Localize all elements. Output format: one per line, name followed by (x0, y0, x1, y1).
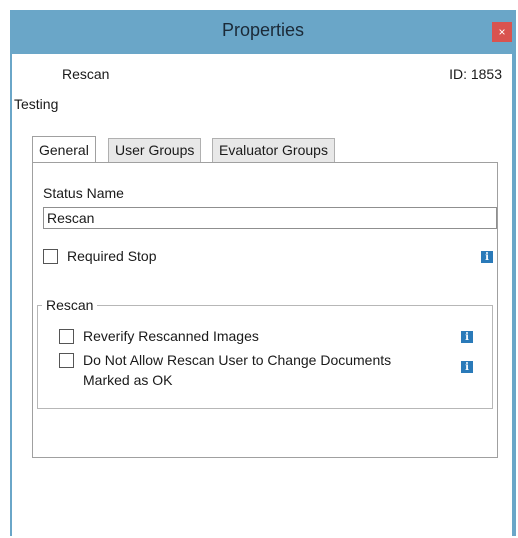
rescan-group-title: Rescan (46, 297, 94, 313)
reverify-info-icon[interactable]: i (461, 331, 473, 343)
no-change-ok-documents-label-line2: Marked as OK (83, 372, 173, 388)
tab-user-groups[interactable]: User Groups (108, 138, 202, 162)
no-change-ok-documents-label-line1: Do Not Allow Rescan User to Change Docum… (83, 352, 392, 368)
required-stop-info-icon[interactable]: i (481, 251, 493, 263)
properties-window: Properties × Rescan ID: 1853 Testing Gen… (10, 10, 516, 536)
no-change-ok-documents-checkbox[interactable] (59, 353, 74, 368)
status-name-input[interactable] (43, 207, 497, 229)
window-title: Properties (221, 20, 305, 40)
no-change-info-icon[interactable]: i (461, 361, 473, 373)
general-tab-panel: Status Name Required Stop i Rescan Rever… (32, 162, 498, 458)
required-stop-label: Required Stop (67, 248, 157, 264)
required-stop-checkbox[interactable] (43, 249, 58, 264)
item-name: Rescan (62, 66, 110, 82)
close-button[interactable]: × (492, 22, 512, 42)
reverify-rescanned-images-checkbox[interactable] (59, 329, 74, 344)
tab-general[interactable]: General (32, 136, 96, 162)
section-subtitle: Testing (14, 96, 59, 112)
window-client-area: Rescan ID: 1853 Testing General User Gro… (12, 54, 512, 536)
title-bar[interactable]: Properties × (10, 10, 516, 54)
status-name-label: Status Name (43, 185, 124, 201)
item-id: ID: 1853 (449, 66, 502, 82)
tab-evaluator-groups[interactable]: Evaluator Groups (212, 138, 335, 162)
reverify-rescanned-images-label: Reverify Rescanned Images (83, 328, 259, 344)
